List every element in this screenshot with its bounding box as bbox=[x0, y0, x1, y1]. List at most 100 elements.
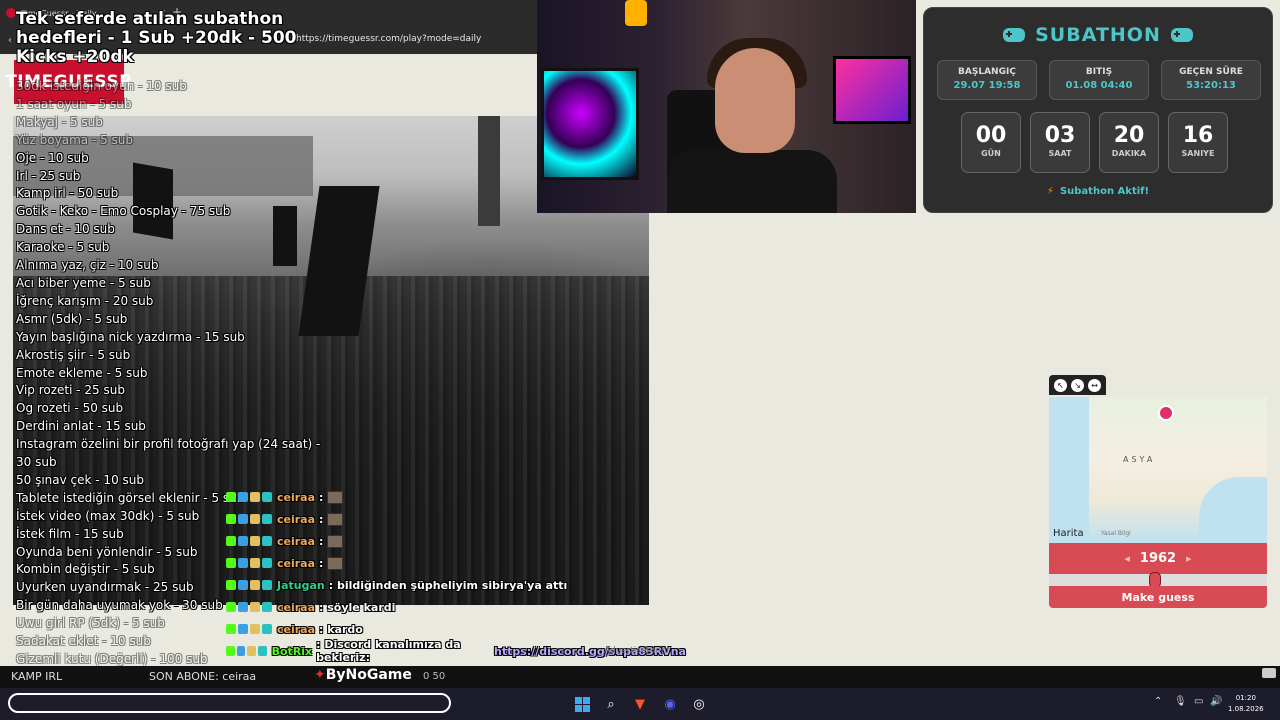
chat-message: Jatugan: bildiğinden şüpheliyim sibirya'… bbox=[226, 574, 686, 596]
goal-item: Karaoke - 5 sub bbox=[16, 240, 110, 255]
chat-badge-icon bbox=[262, 624, 272, 634]
microphone-icon[interactable]: 🎙 bbox=[1174, 696, 1187, 707]
sponsor-logo: ✦ByNoGame bbox=[314, 667, 412, 683]
chat-username[interactable]: BotRix bbox=[272, 645, 313, 658]
chat-username[interactable]: Jatugan bbox=[277, 579, 325, 592]
pin-map-icon[interactable]: ↔ bbox=[1088, 378, 1101, 392]
shrink-icon[interactable]: ↘ bbox=[1071, 378, 1084, 392]
goal-item: Instagram özelini bir profil fotoğrafı y… bbox=[16, 437, 321, 470]
year-left-arrow-icon[interactable]: ◀ bbox=[1125, 555, 1130, 563]
chat-badge-icon bbox=[226, 514, 236, 524]
map-attribution: Harita bbox=[1053, 528, 1084, 539]
clock-date: 1.08.2026 bbox=[1228, 705, 1264, 713]
chat-username[interactable]: ceiraa bbox=[277, 513, 315, 526]
year-display: ◀ 1962 ▶ bbox=[1049, 543, 1267, 574]
make-guess-button[interactable]: Make guess bbox=[1049, 586, 1267, 608]
chat-badge-icon bbox=[250, 492, 260, 502]
chat-badge-icon bbox=[226, 558, 236, 568]
obs-icon[interactable]: ◎ bbox=[689, 694, 709, 714]
elapsed-value: 53:20:13 bbox=[1186, 80, 1236, 91]
goal-item: Acı biber yeme - 5 sub bbox=[16, 275, 151, 290]
brave-browser-icon[interactable]: ▼ bbox=[630, 694, 650, 714]
start-box: BAŞLANGIÇ 29.07 19:58 bbox=[937, 60, 1037, 100]
last-subscriber: SON ABONE: ceiraa bbox=[149, 670, 257, 683]
guess-map[interactable]: ASYA Harita Yasal Bilgi bbox=[1049, 397, 1267, 543]
chat-username[interactable]: ceiraa bbox=[277, 623, 315, 636]
goal-item: Irl - 25 sub bbox=[16, 168, 81, 183]
expand-icon[interactable]: ↖ bbox=[1054, 378, 1067, 392]
goal-item: Alnıma yaz, çiz - 10 sub bbox=[16, 258, 159, 273]
favicon-icon bbox=[6, 8, 16, 18]
windows-taskbar: ⌕ ▼ ◉ ◎ ⌃ 🎙 ▭ 🔊 01:20 1.08.2026 bbox=[0, 688, 1280, 720]
year-slider[interactable] bbox=[1049, 572, 1267, 588]
map-sea bbox=[1199, 477, 1267, 543]
start-value: 29.07 19:58 bbox=[953, 80, 1021, 91]
goal-item: Gotik - Keko - Emo Cosplay - 75 sub bbox=[16, 204, 231, 219]
end-box: BITIŞ 01.08 04:40 bbox=[1049, 60, 1149, 100]
countdown-unit: SANIYE bbox=[1181, 149, 1215, 158]
discord-icon[interactable]: ◉ bbox=[660, 694, 680, 714]
chat-overlay: ceiraa: ceiraa: ceiraa: ceiraa: Jatugan: bil… bbox=[226, 486, 686, 664]
windows-start-icon[interactable] bbox=[572, 694, 592, 714]
goal-progress: 0 50 bbox=[423, 671, 446, 682]
volume-icon[interactable]: 🔊 bbox=[1210, 696, 1222, 707]
end-value: 01.08 04:40 bbox=[1065, 80, 1133, 91]
display-icon[interactable]: ▭ bbox=[1194, 696, 1203, 707]
year-right-arrow-icon[interactable]: ▶ bbox=[1186, 555, 1191, 563]
background-monitor bbox=[833, 56, 911, 124]
goal-item: Og rozeti - 50 sub bbox=[16, 401, 124, 416]
chat-message: ceiraa : söyle kardi bbox=[226, 596, 686, 618]
chat-badge-icon bbox=[238, 580, 248, 590]
map-sea bbox=[1049, 397, 1089, 543]
advertisement-label: Advertisement bbox=[604, 646, 671, 656]
gamepad-icon bbox=[1170, 28, 1193, 42]
webcam-feed bbox=[537, 0, 916, 213]
chat-message: ceiraa: bbox=[226, 508, 686, 530]
countdown-seconds: 16 SANIYE bbox=[1168, 112, 1228, 173]
chat-emote-icon bbox=[327, 512, 344, 526]
taskbar-search-box[interactable] bbox=[8, 693, 451, 713]
chat-badge-icon bbox=[238, 624, 248, 634]
map-legal[interactable]: Yasal Bilgi bbox=[1101, 530, 1131, 537]
countdown-hours: 03 SAAT bbox=[1030, 112, 1090, 173]
goal-item: 1 saat oyun - 5 sub bbox=[16, 96, 132, 111]
chat-badge-icon bbox=[250, 602, 260, 612]
countdown-number: 03 bbox=[1044, 123, 1076, 148]
map-pin-icon[interactable] bbox=[1158, 405, 1174, 421]
chat-emote-icon bbox=[327, 556, 344, 570]
countdown-number: 20 bbox=[1113, 123, 1145, 148]
chat-username[interactable]: ceiraa bbox=[277, 491, 315, 504]
search-icon[interactable]: ⌕ bbox=[601, 694, 621, 714]
chat-badge-icon bbox=[226, 602, 236, 612]
map-toolbar: ↖ ↘ ↔ bbox=[1049, 375, 1106, 395]
end-label: BITIŞ bbox=[1085, 67, 1113, 77]
goal-item: Vip rozeti - 25 sub bbox=[16, 383, 125, 398]
goal-item: Emote ekleme - 5 sub bbox=[16, 365, 148, 380]
photo-column bbox=[478, 116, 500, 226]
countdown-unit: DAKIKA bbox=[1111, 149, 1147, 158]
chat-badge-icon bbox=[226, 536, 236, 546]
system-clock[interactable]: 01:20 1.08.2026 bbox=[1228, 693, 1264, 715]
subathon-title: SUBATHON bbox=[1035, 24, 1161, 46]
url-text[interactable]: https://timeguessr.com/play?mode=daily bbox=[296, 34, 481, 44]
elapsed-label: GEÇEN SÜRE bbox=[1179, 67, 1243, 77]
chat-badge-icon bbox=[247, 646, 256, 656]
chat-badge-icon bbox=[250, 536, 260, 546]
chat-username[interactable]: ceiraa bbox=[277, 557, 315, 570]
streamer-body bbox=[667, 150, 837, 213]
chat-username[interactable]: ceiraa bbox=[277, 601, 315, 614]
chat-badge-icon bbox=[226, 580, 236, 590]
countdown-number: 16 bbox=[1182, 123, 1214, 148]
chat-badge-icon bbox=[262, 492, 272, 502]
chat-text: : bildiğinden şüpheliyim sibirya'ya attı bbox=[328, 578, 568, 592]
chat-text: : söyle kardi bbox=[319, 600, 396, 614]
chat-username[interactable]: ceiraa bbox=[277, 535, 315, 548]
goal-item: Akrostiş şiir - 5 sub bbox=[16, 347, 131, 362]
chat-badge-icon bbox=[257, 646, 267, 656]
chat-badge-icon bbox=[250, 558, 260, 568]
elapsed-box: GEÇEN SÜRE 53:20:13 bbox=[1161, 60, 1261, 100]
chat-badge-icon bbox=[262, 536, 272, 546]
countdown-unit: GÜN bbox=[981, 149, 1001, 158]
back-icon[interactable]: ‹ bbox=[8, 35, 12, 46]
tray-chevron-icon[interactable]: ⌃ bbox=[1154, 696, 1162, 707]
